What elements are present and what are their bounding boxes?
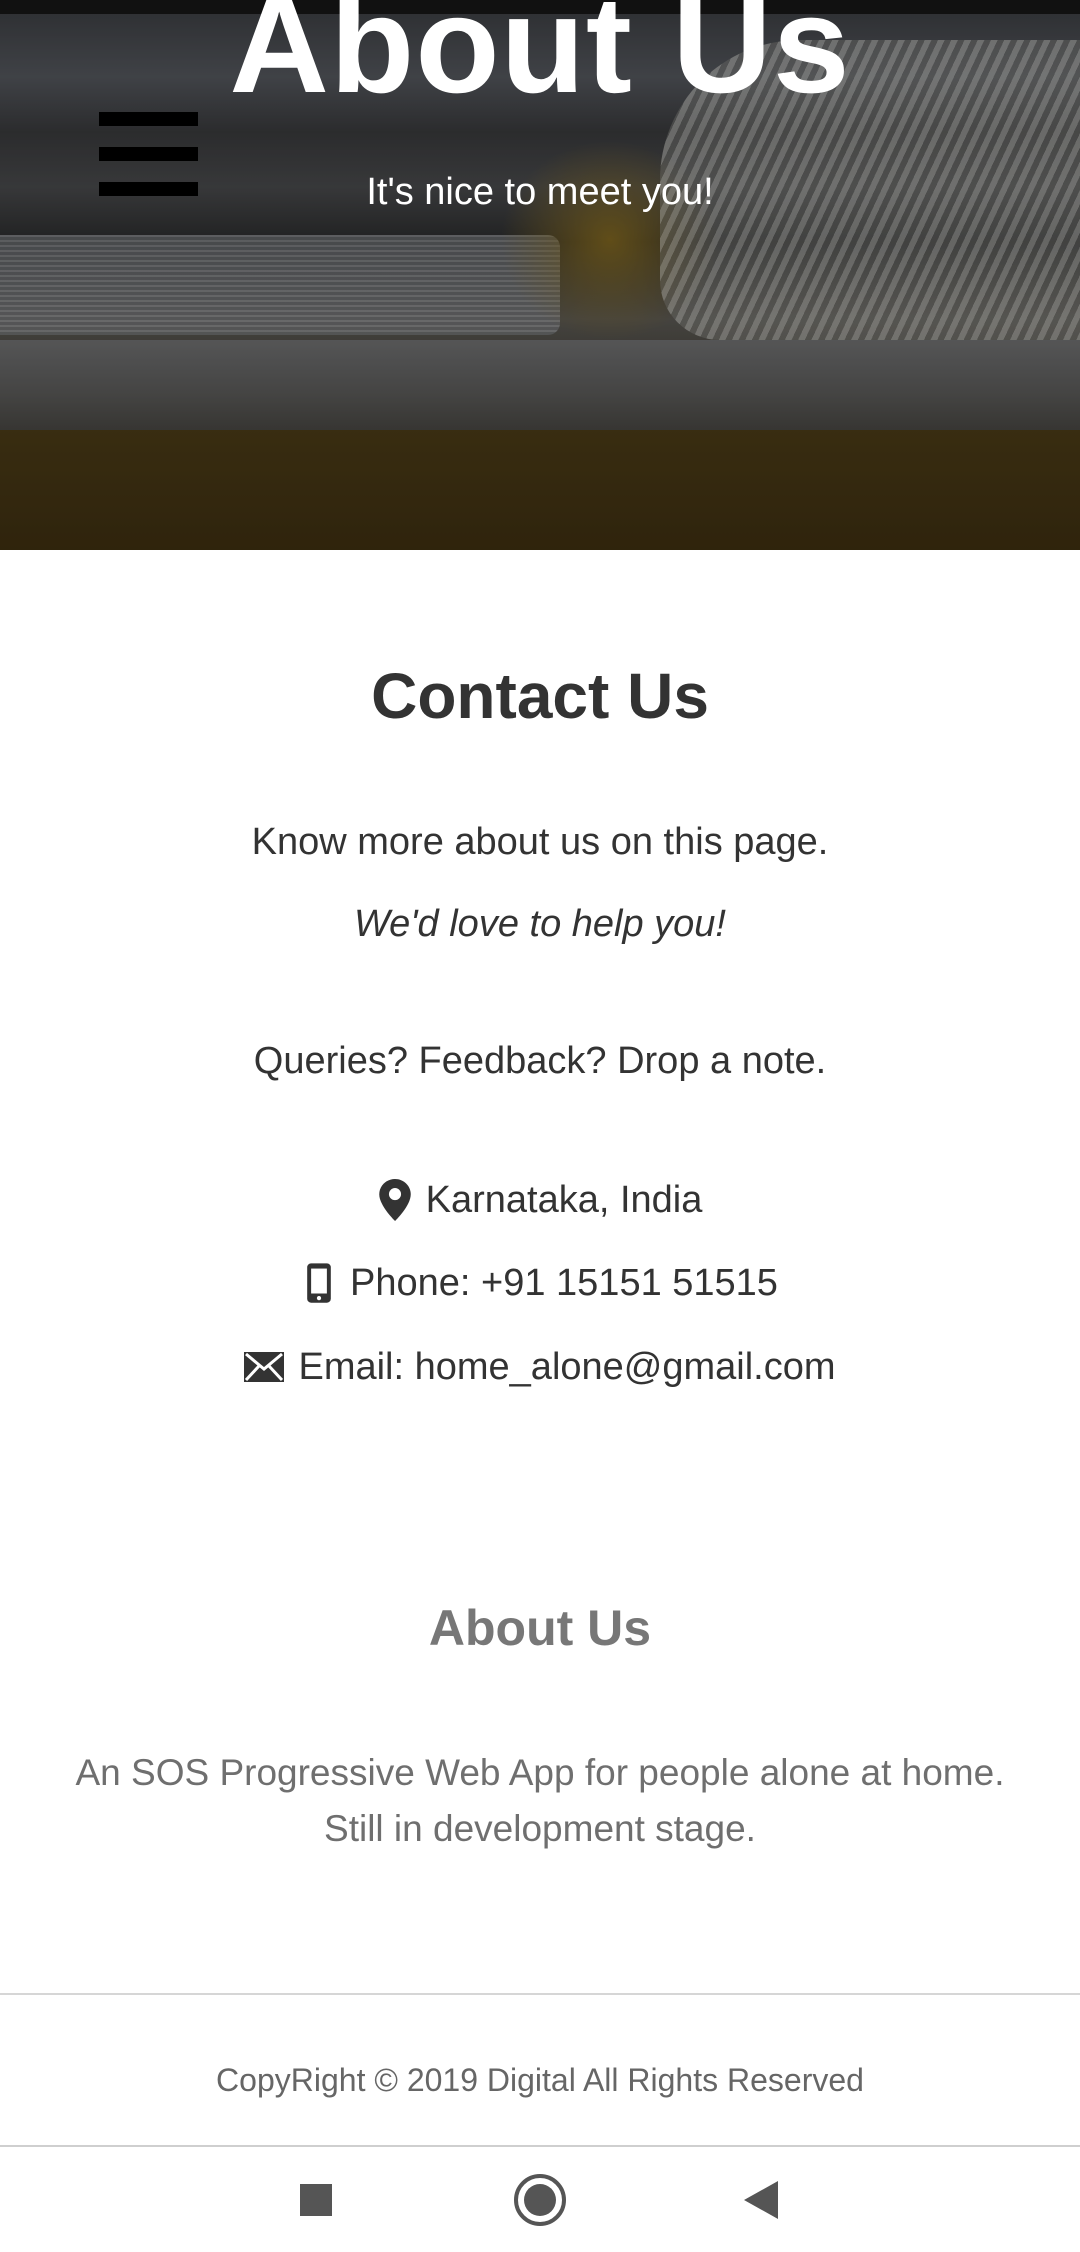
- recents-button[interactable]: [256, 2147, 376, 2252]
- menu-icon-bar: [99, 147, 198, 161]
- contact-phone: Phone: +91 15151 51515: [0, 1259, 1080, 1307]
- contact-section-title: Contact Us: [371, 660, 709, 732]
- contact-location: Karnataka, India: [0, 1176, 1080, 1224]
- menu-icon-bar: [99, 182, 198, 196]
- contact-intro-text: Know more about us on this page.: [251, 821, 829, 863]
- home-button[interactable]: [480, 2147, 600, 2252]
- contact-location-text: Karnataka, India: [425, 1179, 703, 1221]
- footer-divider: [0, 1993, 1080, 1995]
- system-navigation-bar: [0, 2147, 1080, 2252]
- about-section-title: About Us: [428, 1600, 652, 1656]
- contact-email-text[interactable]: Email: home_alone@gmail.com: [298, 1343, 835, 1391]
- hero-banner: About Us It's nice to meet you!: [0, 0, 1080, 550]
- contact-tagline: We'd love to help you!: [353, 903, 726, 945]
- about-description: An SOS Progressive Web App for people al…: [60, 1745, 1020, 1857]
- contact-email: Email: home_alone@gmail.com: [0, 1343, 1080, 1391]
- back-button[interactable]: [701, 2147, 821, 2252]
- about-description-line: Still in development stage.: [324, 1808, 756, 1849]
- contact-phone-text[interactable]: Phone: +91 15151 51515: [350, 1259, 778, 1307]
- hero-title: About Us: [229, 0, 851, 122]
- contact-queries-text: Queries? Feedback? Drop a note.: [253, 1040, 827, 1082]
- hamburger-menu-icon[interactable]: [99, 112, 198, 196]
- triangle-back-icon: [744, 2180, 778, 2219]
- circle-home-icon: [514, 2173, 566, 2226]
- footer-copyright: CopyRight © 2019 Digital All Rights Rese…: [216, 2062, 864, 2098]
- square-recents-icon: [300, 2183, 332, 2216]
- mobile-phone-icon: [302, 1262, 336, 1304]
- menu-icon-bar: [99, 112, 198, 126]
- envelope-icon: [244, 1351, 285, 1383]
- map-marker-icon: [378, 1179, 412, 1221]
- about-description-line: An SOS Progressive Web App for people al…: [75, 1752, 1005, 1793]
